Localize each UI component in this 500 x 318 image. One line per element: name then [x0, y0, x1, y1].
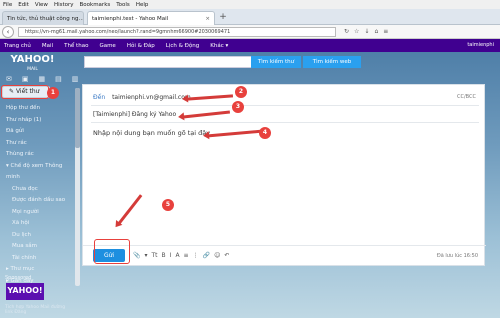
nav-calendar[interactable]: Lịch & Động	[166, 43, 200, 49]
search-web-button[interactable]: Tìm kiếm web	[303, 56, 361, 68]
compose-highlight	[1, 85, 49, 99]
nav-more[interactable]: Khác ▾	[210, 43, 228, 49]
logo-text: YAHOO!	[10, 54, 55, 65]
back-icon[interactable]: ‹	[2, 25, 14, 38]
nav-home[interactable]: Trang chủ	[4, 43, 31, 49]
tab-label: taimienphi.test - Yahoo Mail	[92, 15, 169, 22]
sidebar-footer[interactable]: Tích hợp Yahoo Mail đường link Đăng	[5, 305, 74, 315]
more-format-icon[interactable]: ⋮	[193, 252, 199, 259]
smart-view-travel[interactable]: Du lịch	[6, 230, 74, 242]
bold-icon[interactable]: B	[162, 252, 166, 259]
folder-trash[interactable]: Thùng rác	[6, 149, 74, 161]
folder-sent[interactable]: Đã gửi	[6, 126, 74, 138]
smart-view-starred[interactable]: Được đánh dấu sao	[6, 195, 74, 207]
navigation-bar: ‹ https://vn-mg61.mail.yahoo.com/neo/lau…	[0, 25, 500, 39]
menu-view[interactable]: View	[35, 2, 48, 8]
attach-dropdown-icon[interactable]: ▾	[144, 252, 147, 259]
message-body[interactable]: Nhập nội dung bạn muốn gõ tại đây	[93, 129, 210, 137]
divider	[91, 105, 479, 106]
to-field[interactable]: Đến taimienphi.vn@gmail.com	[93, 94, 191, 101]
tab-yahoo-mail[interactable]: taimienphi.test - Yahoo Mail ×	[87, 11, 215, 25]
notepad-icon[interactable]: ▤	[55, 75, 62, 83]
yahoo-top-nav: Trang chủ Mail Thể thao Game Hỏi & Đáp L…	[0, 39, 500, 52]
smart-view-unread[interactable]: Chưa đọc	[6, 184, 74, 196]
to-recipient[interactable]: taimienphi.vn@gmail.com	[112, 94, 191, 101]
reload-icon[interactable]: ↻	[344, 28, 349, 35]
smart-view-finance[interactable]: Tài chính	[6, 253, 74, 265]
yahoo-ad[interactable]: YAHOO!	[6, 283, 44, 300]
close-icon[interactable]: ×	[205, 16, 210, 22]
smart-view-people[interactable]: Mọi người	[6, 207, 74, 219]
folder-inbox[interactable]: Hộp thư đến	[6, 103, 74, 115]
compose-panel: Đến taimienphi.vn@gmail.com CC/BCC [Taim…	[82, 84, 486, 266]
tab-label: Tin tức, thủ thuật công ng…	[7, 15, 84, 22]
nav-games[interactable]: Game	[99, 43, 115, 49]
link-icon[interactable]: 🔗	[203, 252, 210, 259]
callout-badge-4: 4	[259, 127, 271, 139]
menu-help[interactable]: Help	[136, 2, 149, 8]
italic-icon[interactable]: I	[170, 252, 172, 259]
tab-taimienphi[interactable]: Tin tức, thủ thuật công ng… ×	[2, 11, 84, 25]
url-input[interactable]: https://vn-mg61.mail.yahoo.com/neo/launc…	[18, 26, 336, 37]
folder-drafts[interactable]: Thư nháp (1)	[6, 115, 74, 127]
list-icon[interactable]: ≡	[184, 252, 189, 259]
folder-spam[interactable]: Thư rác	[6, 138, 74, 150]
folder-list: Hộp thư đến Thư nháp (1) Đã gửi Thư rác …	[6, 103, 74, 287]
menu-tools[interactable]: Tools	[116, 2, 130, 8]
divider	[91, 122, 479, 123]
sidebar: ✎ Viết thư Hộp thư đến Thư nháp (1) Đã g…	[0, 86, 74, 318]
search-mail-button[interactable]: Tìm kiếm thư	[251, 56, 301, 68]
nav-sports[interactable]: Thể thao	[64, 43, 88, 49]
subject-field[interactable]: [Taimienphi] Đăng ký Yahoo	[93, 111, 176, 118]
user-name[interactable]: taimienphi	[467, 42, 494, 48]
send-highlight	[94, 239, 130, 264]
smart-view-social[interactable]: Xã hội	[6, 218, 74, 230]
text-color-icon[interactable]: A	[175, 252, 179, 259]
new-tab-button[interactable]: +	[218, 13, 228, 23]
menu-icon[interactable]: ≡	[383, 28, 388, 35]
smart-view-shopping[interactable]: Mua sắm	[6, 241, 74, 253]
undo-icon[interactable]: ↶	[224, 252, 229, 259]
scrollbar-thumb[interactable]	[75, 88, 80, 148]
messenger-icon[interactable]: ▥	[72, 75, 79, 83]
callout-badge-2: 2	[235, 86, 247, 98]
sponsored-label: Sponsored	[5, 275, 32, 281]
to-label: Đến	[93, 94, 106, 101]
menu-file[interactable]: File	[3, 2, 12, 8]
contacts-icon[interactable]: ▣	[22, 75, 29, 83]
font-size-icon[interactable]: Tt	[152, 252, 158, 259]
bookmark-star-icon[interactable]: ☆	[354, 28, 359, 35]
callout-badge-1: 1	[47, 87, 59, 99]
folders-toggle[interactable]: ▸ Thư mục	[6, 264, 74, 276]
menu-bookmarks[interactable]: Bookmarks	[80, 2, 111, 8]
emoji-icon[interactable]: ☺	[214, 252, 220, 259]
compose-toolbar: Gửi 📎 ▾ Tt B I A ≡ ⋮ 🔗 ☺ ↶	[83, 245, 486, 265]
calendar-icon[interactable]: ▦	[39, 75, 46, 83]
smart-views-toggle[interactable]: ▾ Chế độ xem Thông minh	[6, 161, 74, 184]
callout-badge-3: 3	[232, 101, 244, 113]
logo-subtext: MAIL	[27, 67, 38, 72]
app-icons-row: ✉ ▣ ▦ ▤ ▥	[6, 75, 78, 83]
toolbar-icons: ↻ ☆ ↓ ⌂ ≡	[344, 28, 388, 35]
callout-badge-5: 5	[162, 199, 174, 211]
saved-status: Đã lưu lúc 16:50	[436, 253, 478, 259]
nav-answers[interactable]: Hỏi & Đáp	[127, 43, 155, 49]
nav-mail[interactable]: Mail	[42, 43, 53, 49]
browser-tabbar: Tin tức, thủ thuật công ng… × taimienphi…	[0, 9, 500, 25]
home-icon[interactable]: ⌂	[374, 28, 378, 35]
download-icon[interactable]: ↓	[364, 28, 369, 35]
search-input[interactable]	[84, 56, 252, 68]
menu-history[interactable]: History	[54, 2, 74, 8]
browser-menubar: File Edit View History Bookmarks Tools H…	[0, 0, 500, 9]
yahoo-mail-logo[interactable]: YAHOO! MAIL	[5, 55, 60, 75]
mail-icon[interactable]: ✉	[6, 75, 12, 83]
sidebar-scrollbar[interactable]	[75, 88, 80, 286]
cc-bcc-toggle[interactable]: CC/BCC	[457, 94, 476, 100]
menu-edit[interactable]: Edit	[18, 2, 29, 8]
attach-icon[interactable]: 📎	[133, 252, 140, 259]
